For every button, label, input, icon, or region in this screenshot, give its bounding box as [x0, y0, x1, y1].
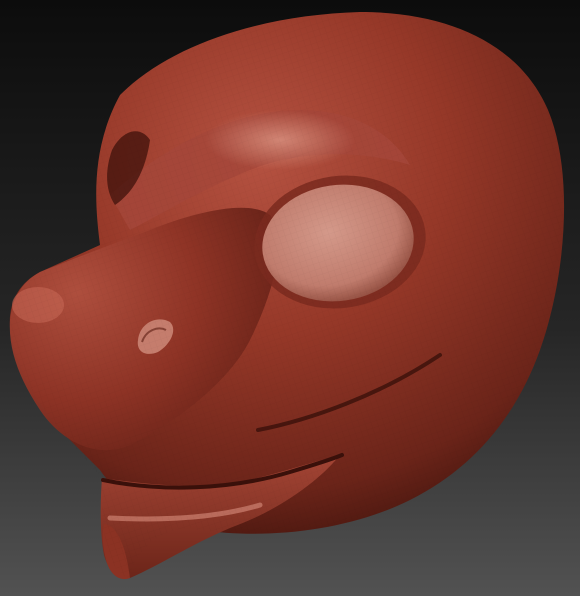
- head-render: [0, 0, 580, 596]
- sculpt-viewport: [0, 0, 580, 596]
